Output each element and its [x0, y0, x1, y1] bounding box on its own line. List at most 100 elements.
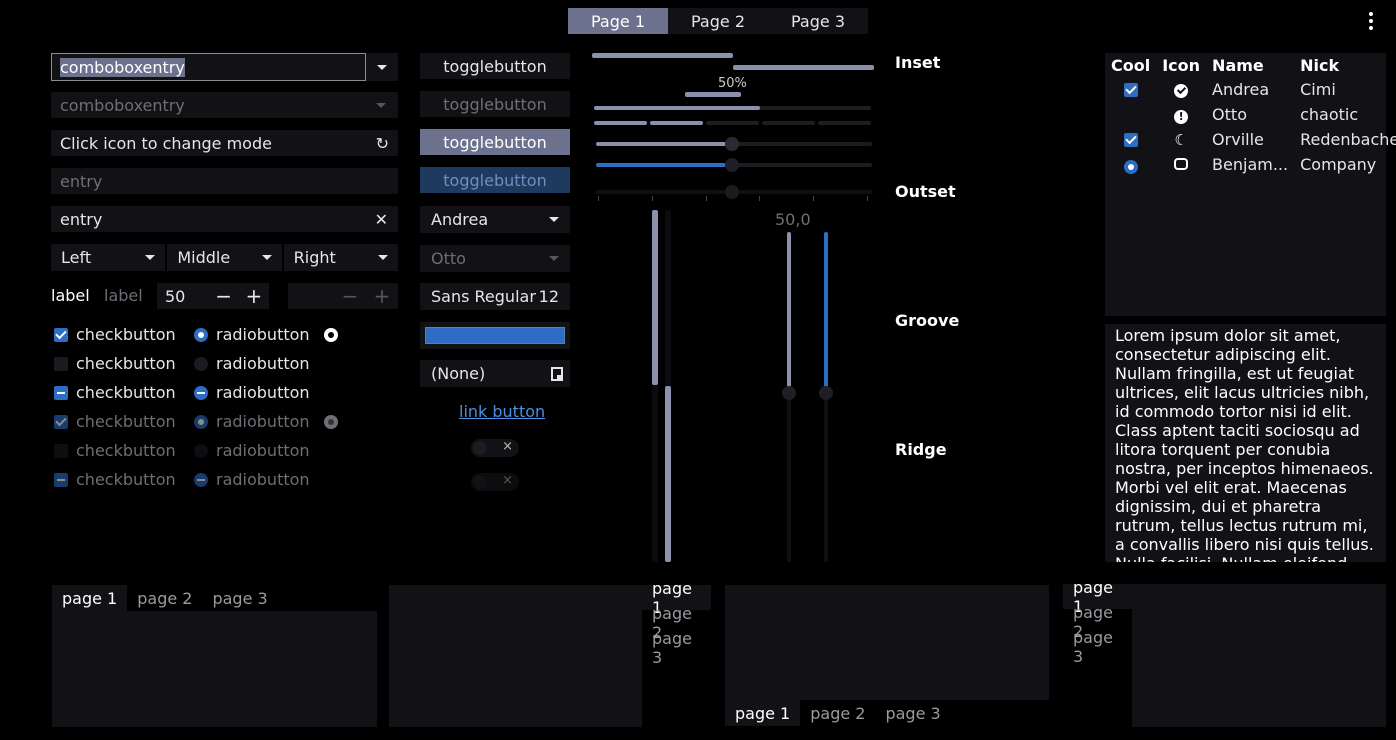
vscale-4-knob[interactable] [819, 386, 833, 400]
radio-6-label: radiobutton [216, 470, 310, 489]
notebook-right-page [389, 585, 642, 727]
progress-bar-2 [592, 65, 874, 70]
progress-bar-2-fill [733, 65, 874, 70]
col-name[interactable]: Name [1206, 53, 1294, 77]
mode-entry[interactable]: Click icon to change mode ↻ [51, 130, 398, 156]
table-row[interactable]: Andrea Cimi [1105, 77, 1396, 102]
vscale-1[interactable] [652, 210, 658, 562]
checkbox-4[interactable] [54, 414, 68, 429]
menu-button[interactable] [1362, 10, 1380, 32]
radio-5[interactable] [194, 443, 208, 458]
row-name: Benjam... [1212, 155, 1289, 174]
combo-right[interactable]: Right [283, 244, 398, 271]
cool-checkbox[interactable] [1123, 83, 1138, 97]
level-segment [818, 121, 871, 125]
tab-page-1[interactable]: page 1 [725, 700, 801, 726]
combo-entry-1-arrow-button[interactable] [366, 53, 398, 81]
spin-value: 50 [165, 286, 186, 306]
radio-4[interactable] [194, 414, 208, 429]
tree-view[interactable]: Cool Icon Name Nick Andrea Cimi ! Otto c… [1105, 53, 1396, 316]
switch-1[interactable]: × [471, 439, 519, 457]
entry-placeholder[interactable]: entry [51, 168, 398, 194]
checkbox-1[interactable] [54, 327, 68, 342]
text-view[interactable]: Lorem ipsum dolor sit amet, consectetur … [1105, 324, 1386, 562]
tab-page-3[interactable]: page 3 [875, 700, 950, 726]
radio-4-label: radiobutton [216, 412, 310, 431]
radio-1[interactable] [194, 327, 208, 342]
level-segment [594, 121, 647, 125]
tab-page-2[interactable]: Page 2 [668, 8, 768, 34]
combo-entry-2[interactable]: comboboxentry [51, 92, 398, 118]
mode-entry-text: Click icon to change mode [60, 133, 272, 153]
row-name: Otto [1212, 105, 1247, 124]
radio-3[interactable] [194, 385, 208, 400]
hscale-1-knob[interactable] [725, 137, 739, 151]
combo-andrea[interactable]: Andrea [420, 206, 570, 233]
file-chooser-button[interactable]: (None) [420, 360, 570, 387]
checkbox-2[interactable] [54, 356, 68, 371]
link-button[interactable]: link button [459, 402, 545, 421]
toggle-button-1[interactable]: togglebutton [420, 53, 570, 79]
radio-2[interactable] [194, 356, 208, 371]
cool-checkbox[interactable] [1123, 106, 1138, 120]
frame-inset-label: Inset [895, 53, 941, 72]
hscale-2-knob[interactable] [725, 158, 739, 172]
spin-button[interactable]: 50 − + [157, 283, 269, 309]
chevron-down-icon [145, 255, 156, 260]
cool-checkbox[interactable] [1123, 133, 1138, 147]
table-row[interactable]: ☾ Orville Redenbacher [1105, 127, 1396, 152]
radio-5-label: radiobutton [216, 441, 310, 460]
tab-page-3[interactable]: page 3 [1063, 628, 1132, 666]
toggle-button-4[interactable]: togglebutton [420, 167, 570, 193]
progress-bar-1 [592, 53, 874, 58]
level-bar-1 [594, 106, 871, 110]
checkbox-5[interactable] [54, 443, 68, 458]
color-button[interactable] [420, 322, 570, 349]
tab-page-1[interactable]: page 1 [52, 585, 128, 611]
label-2: label [104, 286, 143, 305]
vscale-2-fill [665, 386, 671, 562]
vscale-2[interactable] [665, 210, 671, 562]
tab-page-3[interactable]: page 3 [642, 629, 711, 667]
plus-icon[interactable]: + [239, 284, 269, 308]
font-button[interactable]: Sans Regular 12 [420, 283, 570, 310]
entry-with-clear[interactable]: entry ✕ [51, 206, 398, 232]
tree-table: Cool Icon Name Nick Andrea Cimi ! Otto c… [1105, 53, 1396, 177]
tab-page-3[interactable]: Page 3 [768, 8, 868, 34]
notebook-left-page [1132, 584, 1386, 727]
tab-page-2[interactable]: page 2 [127, 585, 202, 611]
combo-middle[interactable]: Middle [167, 244, 282, 271]
toggle-button-2[interactable]: togglebutton [420, 91, 570, 117]
plus-icon[interactable]: + [366, 284, 398, 308]
tab-page-3[interactable]: page 3 [202, 585, 277, 611]
toggle-button-3[interactable]: togglebutton [420, 129, 570, 155]
chevron-down-icon [549, 217, 559, 222]
tab-page-2[interactable]: page 2 [800, 700, 875, 726]
cool-radio[interactable] [1123, 160, 1138, 174]
clear-icon[interactable]: ✕ [375, 210, 388, 229]
minus-icon[interactable]: − [334, 284, 366, 308]
switch-2[interactable]: × [471, 473, 519, 491]
tab-page-1[interactable]: Page 1 [568, 8, 668, 34]
combo-otto[interactable]: Otto [420, 245, 570, 272]
level-bar-1-fill [594, 106, 760, 110]
table-row[interactable]: Benjam... Company [1105, 152, 1396, 177]
radio-6[interactable] [194, 472, 208, 487]
check-radio-grid: checkbutton radiobutton checkbutton radi… [54, 320, 338, 494]
refresh-icon[interactable]: ↻ [376, 134, 389, 153]
check-circle-icon [1174, 84, 1189, 98]
combo-entry-1[interactable]: comboboxentry [51, 53, 366, 81]
spin-button-disabled[interactable]: − + [288, 283, 398, 309]
checkbox-3[interactable] [54, 385, 68, 400]
minus-icon[interactable]: − [208, 284, 238, 308]
col-icon[interactable]: Icon [1156, 53, 1206, 77]
table-row[interactable]: ! Otto chaotic [1105, 102, 1396, 127]
checkbox-6[interactable] [54, 472, 68, 487]
vscale-1-fill [652, 210, 658, 385]
col-nick[interactable]: Nick [1294, 53, 1396, 77]
col-cool[interactable]: Cool [1105, 53, 1156, 77]
font-name: Sans Regular [431, 287, 536, 306]
vscale-3-knob[interactable] [782, 386, 796, 400]
combo-left[interactable]: Left [51, 244, 166, 271]
switch-knob [473, 475, 487, 489]
